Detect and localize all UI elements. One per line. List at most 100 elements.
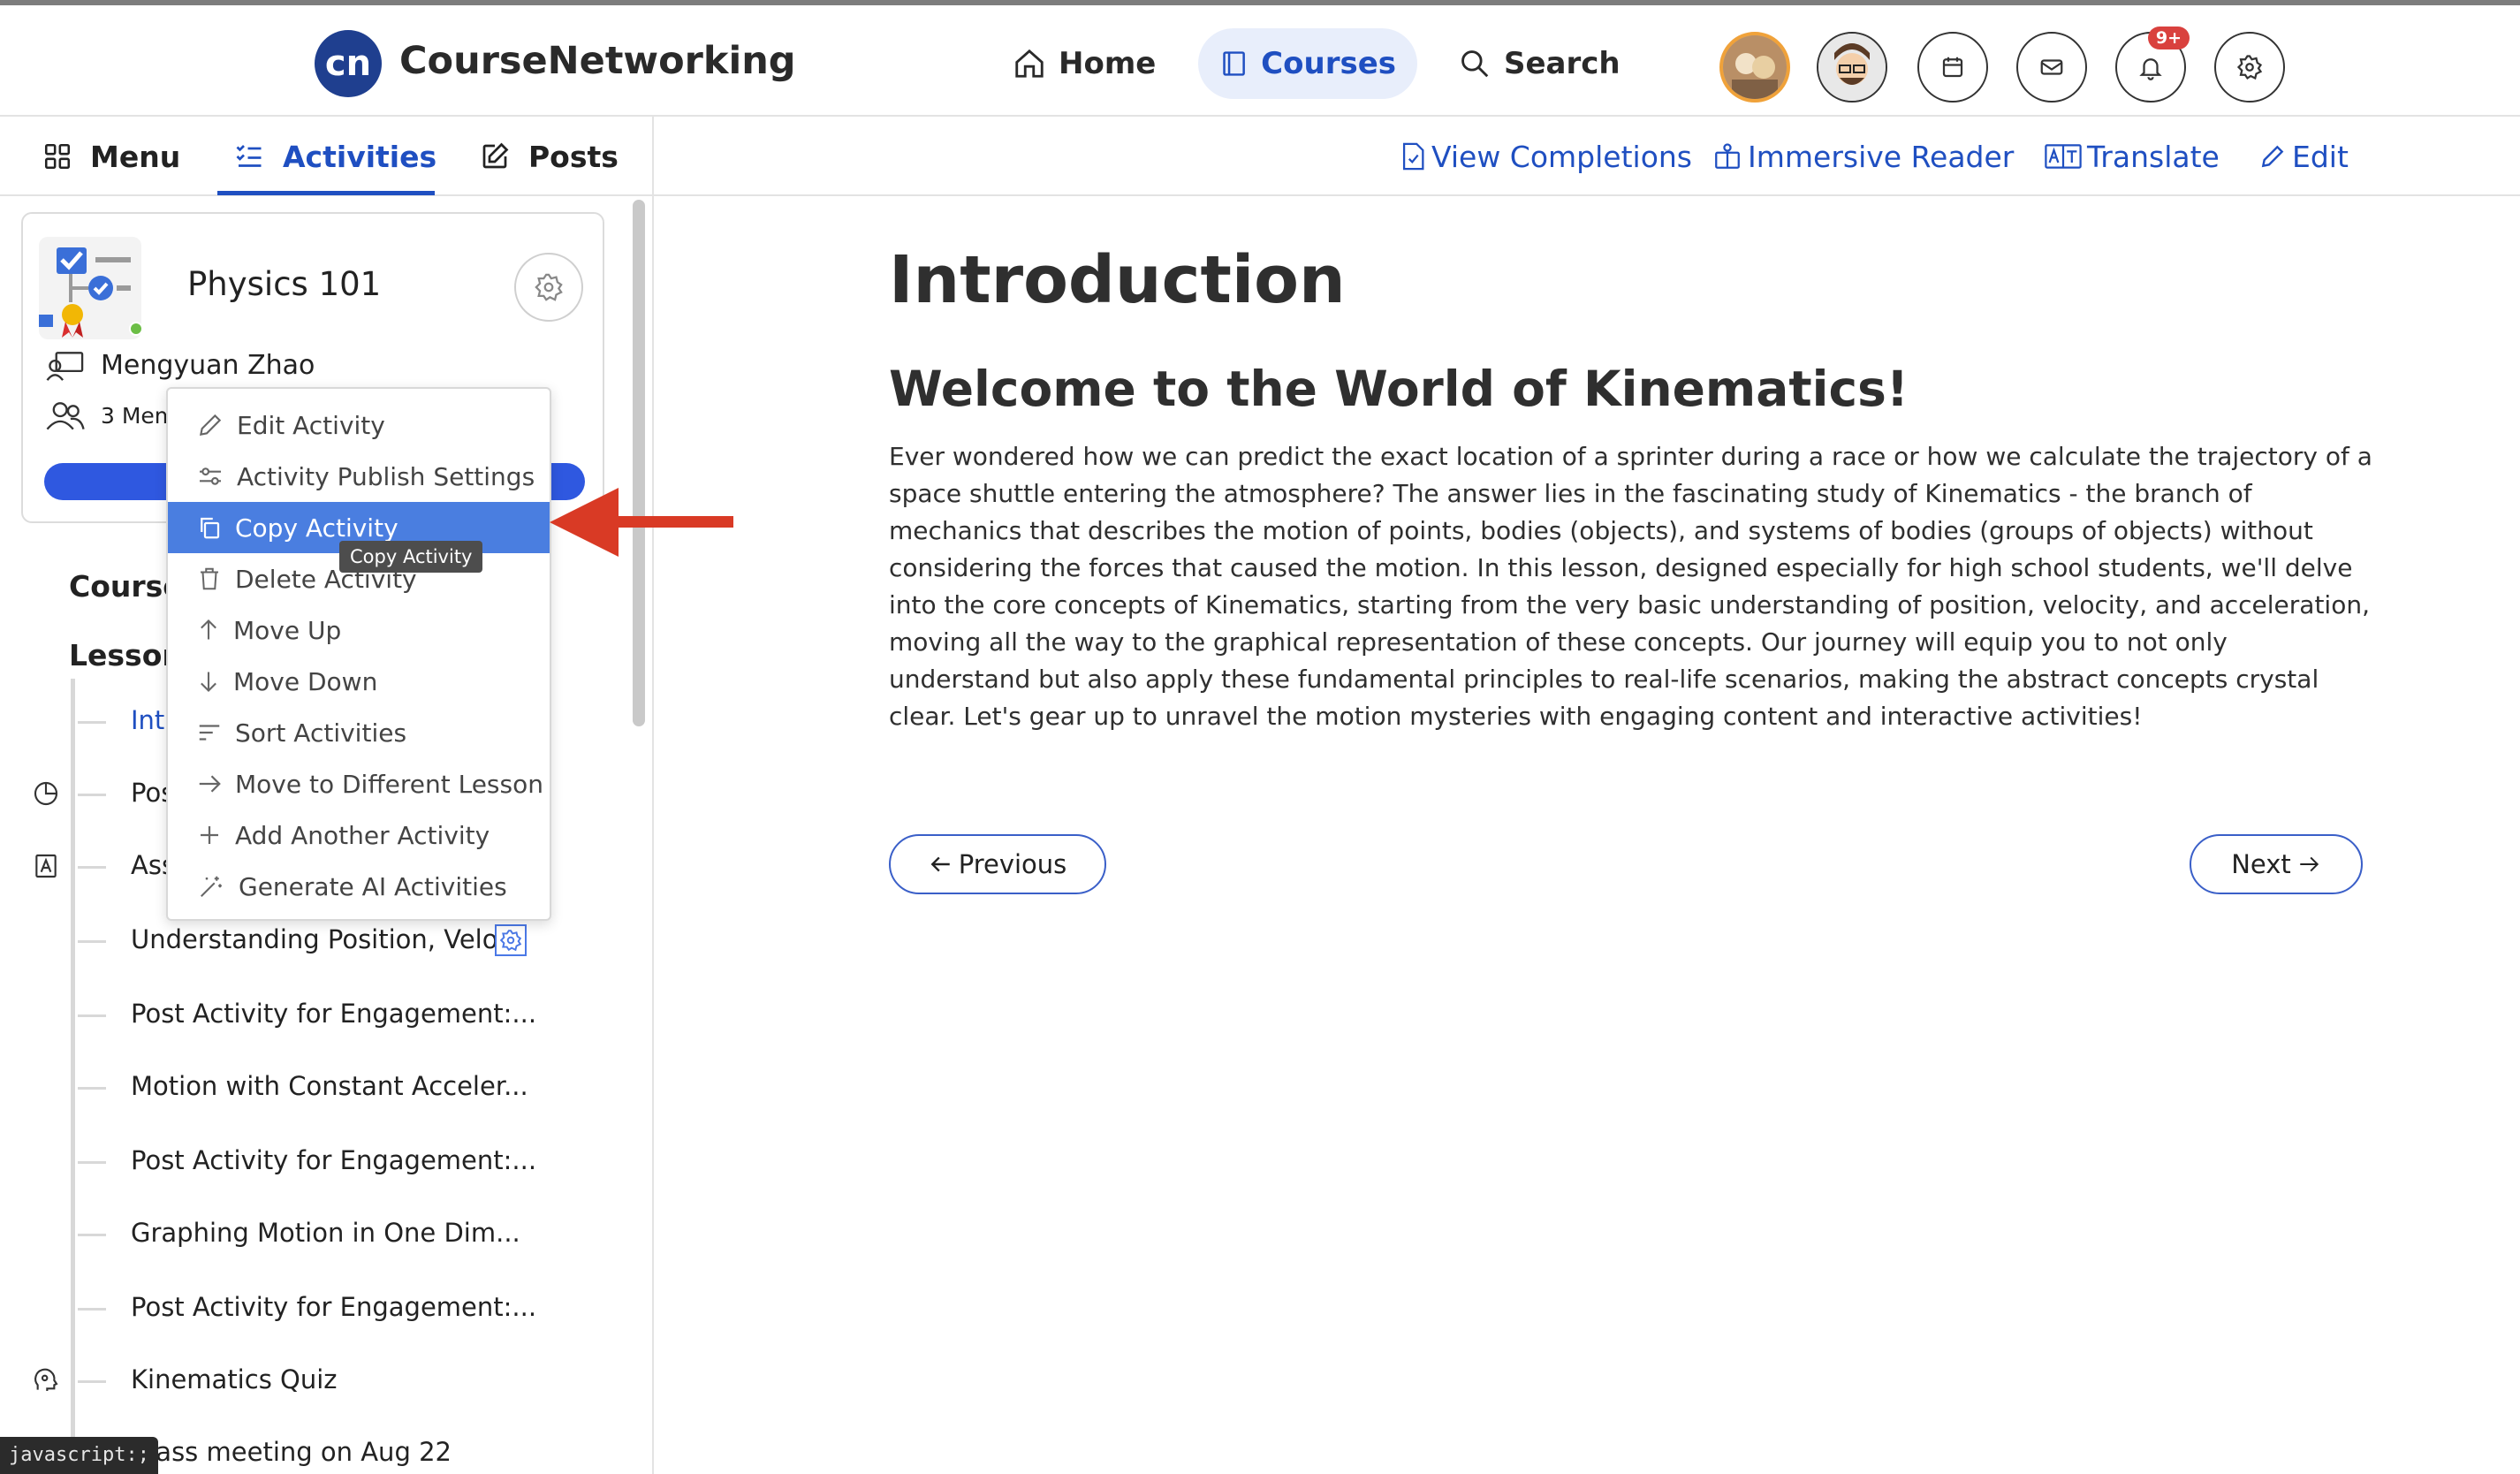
- menu-move-down[interactable]: Move Down: [168, 656, 550, 707]
- page-title: Introduction: [889, 242, 1346, 318]
- edit-label: Edit: [2292, 139, 2349, 174]
- arrow-down-icon: [201, 672, 216, 692]
- next-label: Next: [2231, 849, 2291, 879]
- list-item[interactable]: Understanding Position, Velo...: [131, 924, 522, 954]
- view-completions-link[interactable]: View Completions: [1400, 117, 1692, 196]
- online-status-dot: [129, 322, 143, 336]
- menu-move-up[interactable]: Move Up: [168, 604, 550, 656]
- settings-button[interactable]: [2214, 32, 2285, 103]
- content-heading: Welcome to the World of Kinematics!: [889, 361, 1909, 417]
- user-avatar-2[interactable]: [1817, 32, 1887, 103]
- nav-search[interactable]: Search: [1437, 28, 1642, 99]
- logo-icon[interactable]: cn: [315, 30, 382, 97]
- menu-item-label: Add Another Activity: [235, 820, 490, 850]
- sliders-icon: [200, 467, 221, 485]
- list-check-icon: [236, 145, 262, 167]
- calendar-button[interactable]: [1917, 32, 1988, 103]
- edit-link[interactable]: Edit: [2258, 117, 2349, 196]
- menu-edit-activity[interactable]: Edit Activity: [168, 399, 550, 451]
- translate-label: Translate: [2087, 139, 2220, 174]
- menu-generate-ai[interactable]: Generate AI Activities: [168, 861, 550, 912]
- view-completions-label: View Completions: [1431, 139, 1693, 174]
- tree-connector: [78, 1308, 106, 1311]
- next-button[interactable]: Next: [2190, 834, 2363, 894]
- course-logo-icon: [39, 237, 141, 339]
- list-item[interactable]: Post Activity for Engagement:...: [131, 1145, 536, 1175]
- document-check-icon: [1402, 142, 1424, 171]
- assignment-icon: [35, 854, 57, 878]
- tab-activities-label: Activities: [283, 139, 437, 174]
- content-body: Ever wondered how we can predict the exa…: [889, 442, 2372, 731]
- menu-move-to-lesson[interactable]: Move to Different Lesson: [168, 758, 550, 809]
- grid-icon: [44, 143, 71, 170]
- tree-connector: [78, 1161, 106, 1164]
- messages-button[interactable]: [2016, 32, 2087, 103]
- sidebar-divider: [652, 117, 654, 1474]
- nav-home[interactable]: Home: [991, 28, 1177, 99]
- search-icon: [1461, 50, 1489, 78]
- top-navigation-bar: cn CourseNetworking Home Courses Search …: [0, 0, 2520, 117]
- previous-button[interactable]: Previous: [889, 834, 1106, 894]
- activity-context-menu: Edit Activity Activity Publish Settings …: [166, 387, 551, 921]
- menu-item-label: Sort Activities: [235, 718, 407, 748]
- tab-menu-label: Menu: [90, 139, 181, 174]
- tab-menu[interactable]: Menu: [42, 117, 180, 196]
- list-item[interactable]: Graphing Motion in One Dim...: [131, 1218, 520, 1248]
- avatar-photo-icon: [1723, 35, 1787, 99]
- quiz-icon: [34, 1368, 58, 1391]
- list-item[interactable]: Post Activity for Engagement:...: [131, 1292, 536, 1322]
- nav-home-label: Home: [1059, 46, 1157, 81]
- arrow-right-icon: [2300, 856, 2319, 872]
- user-avatar-1[interactable]: [1719, 32, 1790, 103]
- instructor-icon: [46, 352, 84, 381]
- tree-connector: [78, 940, 106, 943]
- list-item[interactable]: Motion with Constant Acceler...: [131, 1071, 528, 1101]
- avatar-cartoon-icon: [1818, 34, 1886, 101]
- immersive-reader-icon: [1715, 143, 1740, 169]
- members-icon: [46, 402, 85, 430]
- copy-activity-tooltip: Copy Activity: [339, 541, 483, 573]
- active-tab-indicator: [217, 191, 435, 195]
- tree-connector: [78, 1234, 106, 1236]
- menu-item-label: Generate AI Activities: [239, 871, 507, 901]
- course-settings-button[interactable]: [514, 253, 583, 322]
- bell-icon: [2139, 58, 2162, 80]
- tab-posts[interactable]: Posts: [479, 117, 619, 196]
- activity-settings-button[interactable]: [495, 924, 527, 956]
- pencil-icon: [199, 414, 222, 437]
- gear-icon: [499, 930, 522, 952]
- brand-name[interactable]: CourseNetworking: [399, 39, 796, 83]
- menu-publish-settings[interactable]: Activity Publish Settings: [168, 451, 550, 502]
- menu-item-label: Activity Publish Settings: [237, 461, 535, 491]
- list-item[interactable]: Kinematics Quiz: [131, 1364, 338, 1394]
- menu-item-label: Move Up: [233, 615, 342, 645]
- nav-courses-label: Courses: [1261, 46, 1396, 81]
- sidebar-scrollbar[interactable]: [633, 200, 645, 726]
- sub-navigation-bar: Menu Activities Posts View Completions I…: [0, 117, 2520, 196]
- member-count[interactable]: 3 Mem: [101, 403, 176, 429]
- list-item[interactable]: Int: [131, 705, 164, 735]
- tree-connector: [78, 794, 106, 796]
- translate-link[interactable]: Translate: [2045, 117, 2220, 196]
- calendar-icon: [1942, 57, 1963, 78]
- immersive-reader-link[interactable]: Immersive Reader: [1712, 117, 2014, 196]
- tree-connector: [78, 866, 106, 869]
- instructor-name[interactable]: Mengyuan Zhao: [101, 350, 315, 381]
- course-title[interactable]: Physics 101: [187, 265, 381, 303]
- nav-search-label: Search: [1504, 46, 1621, 81]
- tab-activities[interactable]: Activities: [233, 117, 436, 196]
- pencil-icon: [2261, 145, 2284, 168]
- nav-courses[interactable]: Courses: [1198, 28, 1417, 99]
- menu-item-label: Move to Different Lesson: [235, 769, 543, 799]
- edit-square-icon: [482, 142, 509, 169]
- home-icon: [1015, 49, 1044, 78]
- pie-chart-icon: [34, 781, 58, 806]
- notifications-button[interactable]: 9+: [2115, 27, 2190, 103]
- list-item[interactable]: Post Activity for Engagement:...: [131, 999, 536, 1029]
- menu-sort-activities[interactable]: Sort Activities: [168, 707, 550, 758]
- menu-add-activity[interactable]: Add Another Activity: [168, 809, 550, 861]
- tree-connector: [78, 1014, 106, 1017]
- list-item[interactable]: Class meeting on Aug 22: [131, 1437, 452, 1467]
- menu-item-label: Move Down: [233, 666, 378, 696]
- sort-icon: [199, 725, 220, 741]
